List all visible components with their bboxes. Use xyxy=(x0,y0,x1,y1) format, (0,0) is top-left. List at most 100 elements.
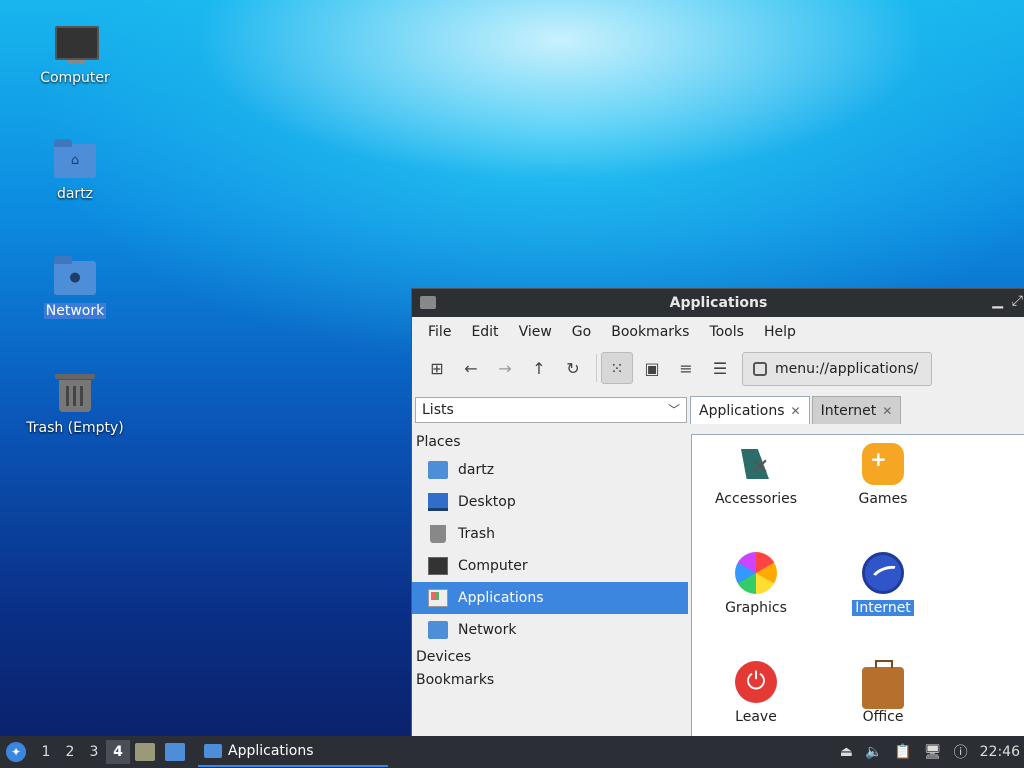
tab-bar: Applications ✕ Internet ✕ xyxy=(690,396,903,424)
tab-label: Internet xyxy=(820,402,877,419)
internet-globe-icon xyxy=(862,552,904,594)
network-status-icon[interactable]: 🖥 xyxy=(924,744,942,760)
network-folder-icon: ● xyxy=(53,255,97,299)
address-bar[interactable]: menu://applications/ xyxy=(742,352,932,386)
devices-header[interactable]: Devices xyxy=(412,646,690,669)
app-item-label: Office xyxy=(862,709,904,725)
menu-view[interactable]: View xyxy=(509,324,562,340)
desktop-icon-trash[interactable]: Trash (Empty) xyxy=(20,372,130,436)
desktop-icon-label: Trash (Empty) xyxy=(26,420,124,436)
menu-bookmarks[interactable]: Bookmarks xyxy=(601,324,699,340)
notification-icon[interactable]: ⓘ xyxy=(954,742,968,762)
workspace-2[interactable]: 2 xyxy=(58,744,82,760)
show-desktop-icon[interactable] xyxy=(165,743,185,761)
system-tray: ⏏ 🔈 📋 🖥 ⓘ 22:46 xyxy=(840,742,1024,762)
desktop-icon-label: dartz xyxy=(56,186,94,202)
trash-icon xyxy=(430,525,446,543)
workspace-3[interactable]: 3 xyxy=(82,744,106,760)
gamepad-icon xyxy=(862,443,904,485)
desktop-icon-label: Network xyxy=(43,303,107,319)
sidebar-item-applications[interactable]: Applications xyxy=(412,582,688,614)
monitor-icon xyxy=(53,22,99,66)
clock[interactable]: 22:46 xyxy=(980,744,1020,760)
eject-icon[interactable]: ⏏ xyxy=(840,744,853,760)
reload-icon[interactable]: ↻ xyxy=(558,353,588,383)
desktop-icon-computer[interactable]: Computer xyxy=(20,22,130,86)
app-item-games[interactable]: Games xyxy=(828,443,938,507)
tab-label: Applications xyxy=(699,402,785,419)
up-icon[interactable]: ↑ xyxy=(524,353,554,383)
detailed-list-view-icon[interactable]: ☰ xyxy=(705,353,735,383)
task-button-label: Applications xyxy=(228,743,314,759)
app-item-leave[interactable]: Leave xyxy=(701,661,811,725)
clipboard-icon[interactable]: 📋 xyxy=(894,744,911,760)
app-item-graphics[interactable]: Graphics xyxy=(701,552,811,616)
location-icon xyxy=(753,362,767,376)
app-item-accessories[interactable]: Accessories xyxy=(701,443,811,507)
tab-internet[interactable]: Internet ✕ xyxy=(811,396,902,424)
graphics-icon xyxy=(735,552,777,594)
taskbar: ✦ 1 2 3 4 Applications ⏏ 🔈 📋 🖥 ⓘ 22:46 xyxy=(0,736,1024,768)
desktop-icon-label: Computer xyxy=(40,70,110,86)
close-icon[interactable]: ✕ xyxy=(791,404,801,418)
menu-bar: File Edit View Go Bookmarks Tools Help xyxy=(412,317,1024,347)
sidebar-item-trash[interactable]: Trash xyxy=(412,518,690,550)
new-tab-icon[interactable]: ⊞ xyxy=(422,353,452,383)
folder-view: Accessories Games Graphics Internet Leav… xyxy=(691,434,1024,737)
places-header[interactable]: Places xyxy=(412,431,690,454)
forward-icon[interactable]: → xyxy=(490,353,520,383)
app-item-office[interactable]: Office xyxy=(828,660,938,725)
title-bar[interactable]: Applications ▁ ⤢ xyxy=(412,289,1024,317)
app-item-label: Internet xyxy=(852,600,914,616)
tab-applications[interactable]: Applications ✕ xyxy=(690,396,810,424)
sidebar-item-label: Network xyxy=(458,622,517,638)
file-manager-launcher-icon[interactable] xyxy=(135,743,155,761)
power-icon xyxy=(735,661,777,703)
menu-edit[interactable]: Edit xyxy=(461,324,508,340)
file-manager-window: Applications ▁ ⤢ File Edit View Go Bookm… xyxy=(411,288,1024,737)
bookmarks-header[interactable]: Bookmarks xyxy=(412,669,690,692)
compact-view-icon[interactable]: ≡ xyxy=(671,353,701,383)
sidebar-item-home[interactable]: dartz xyxy=(412,454,690,486)
start-menu-icon[interactable]: ✦ xyxy=(6,742,26,762)
task-button-applications[interactable]: Applications xyxy=(198,737,388,767)
workspace-1[interactable]: 1 xyxy=(34,744,58,760)
app-item-label: Games xyxy=(858,491,908,507)
minimize-icon[interactable]: ▁ xyxy=(992,293,1003,309)
window-title: Applications xyxy=(669,295,768,311)
thumbnail-view-icon[interactable]: ▣ xyxy=(637,353,667,383)
sidebar-item-desktop[interactable]: Desktop xyxy=(412,486,690,518)
sidebar-item-computer[interactable]: Computer xyxy=(412,550,690,582)
side-pane-mode-value: Lists xyxy=(422,402,454,418)
address-text: menu://applications/ xyxy=(775,361,919,377)
chevron-down-icon: ﹀ xyxy=(667,403,680,417)
home-folder-icon xyxy=(428,461,448,479)
desktop-icon-network[interactable]: ● Network xyxy=(20,255,130,319)
applications-icon xyxy=(428,589,448,607)
accessories-icon xyxy=(735,443,777,485)
close-icon[interactable]: ✕ xyxy=(882,404,892,418)
menu-help[interactable]: Help xyxy=(754,324,806,340)
side-pane-mode-select[interactable]: Lists ﹀ xyxy=(415,397,687,423)
sidebar-item-label: Applications xyxy=(458,590,544,606)
volume-icon[interactable]: 🔈 xyxy=(865,744,882,760)
icon-view-icon[interactable]: ⁙ xyxy=(601,352,633,384)
app-item-label: Graphics xyxy=(725,600,787,616)
desktop-icon-home[interactable]: ⌂ dartz xyxy=(20,138,130,202)
desktop-icon xyxy=(428,493,448,511)
home-folder-icon: ⌂ xyxy=(53,138,97,182)
trash-icon xyxy=(53,372,97,416)
side-pane: Places dartz Desktop Trash Computer Appl… xyxy=(412,431,690,737)
workspace-4[interactable]: 4 xyxy=(106,740,130,764)
menu-tools[interactable]: Tools xyxy=(699,324,754,340)
app-item-internet[interactable]: Internet xyxy=(828,552,938,616)
maximize-icon[interactable]: ⤢ xyxy=(1012,293,1023,309)
sidebar-item-label: Desktop xyxy=(458,494,516,510)
menu-go[interactable]: Go xyxy=(562,324,601,340)
sidebar-item-network[interactable]: Network xyxy=(412,614,690,646)
briefcase-icon xyxy=(862,660,904,709)
folder-icon xyxy=(204,744,222,758)
back-icon[interactable]: ← xyxy=(456,353,486,383)
menu-file[interactable]: File xyxy=(418,324,461,340)
sidebar-item-label: Computer xyxy=(458,558,528,574)
